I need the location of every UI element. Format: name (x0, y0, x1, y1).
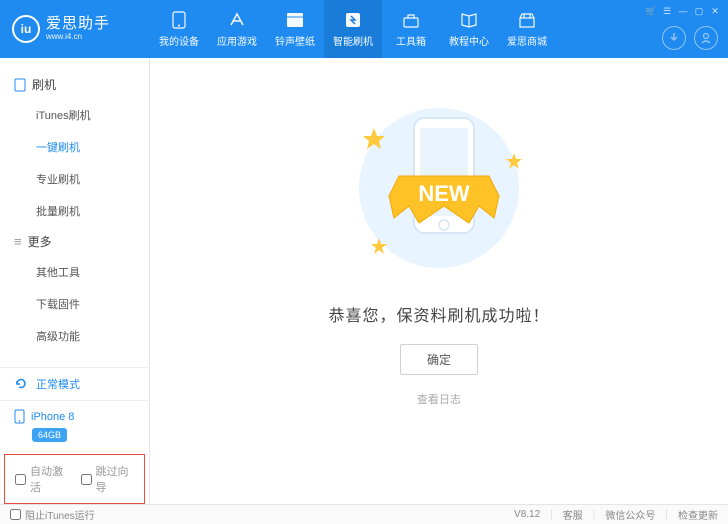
sidebar-section-more: ≡ 更多 (0, 227, 149, 256)
header-actions (662, 26, 718, 50)
nav-label: 爱思商城 (507, 33, 547, 48)
separator: | (593, 509, 596, 520)
sidebar-mode[interactable]: 正常模式 (0, 367, 149, 400)
sidebar: 刷机 iTunes刷机 一键刷机 专业刷机 批量刷机 ≡ 更多 其他工具 下载固… (0, 58, 150, 504)
version-label: V8.12 (514, 509, 540, 520)
app-subtitle: www.i4.cn (46, 33, 110, 42)
checkbox-prevent-itunes[interactable]: 阻止iTunes运行 (10, 507, 95, 522)
phone-icon (169, 11, 189, 29)
footer: 阻止iTunes运行 V8.12 | 客服 | 微信公众号 | 检查更新 (0, 504, 728, 524)
sidebar-item-itunes-flash[interactable]: iTunes刷机 (0, 99, 149, 131)
section-label: 刷机 (32, 76, 56, 93)
footer-label: 阻止iTunes运行 (25, 507, 95, 522)
menu-icon: ≡ (14, 234, 22, 249)
user-icon[interactable] (694, 26, 718, 50)
nav-tab-devices[interactable]: 我的设备 (150, 0, 208, 58)
device-name: iPhone 8 (31, 411, 74, 423)
check-label: 自动激活 (30, 463, 69, 495)
nav-label: 应用游戏 (217, 33, 257, 48)
close-icon[interactable]: ✕ (710, 6, 720, 16)
separator: | (665, 509, 668, 520)
wechat-link[interactable]: 微信公众号 (605, 507, 655, 522)
nav-label: 工具箱 (396, 33, 426, 48)
success-message: 恭喜您，保资料刷机成功啦！ (328, 302, 549, 326)
section-label: 更多 (28, 233, 52, 250)
check-label: 跳过向导 (96, 463, 135, 495)
nav-label: 铃声壁纸 (275, 33, 315, 48)
separator: | (550, 509, 553, 520)
support-link[interactable]: 客服 (563, 507, 583, 522)
checkbox-skip-guide[interactable]: 跳过向导 (81, 463, 135, 495)
apps-icon (227, 11, 247, 29)
wallpaper-icon (285, 11, 305, 29)
nav-tab-apps[interactable]: 应用游戏 (208, 0, 266, 58)
nav-tab-flash[interactable]: 智能刷机 (324, 0, 382, 58)
logo-area: iu 爱思助手 www.i4.cn (0, 15, 150, 43)
book-icon (459, 11, 479, 29)
phone-small-icon (14, 78, 26, 92)
sidebar-device[interactable]: iPhone 8 64GB (0, 400, 149, 450)
nav-tab-tools[interactable]: 工具箱 (382, 0, 440, 58)
refresh-icon (14, 377, 28, 391)
sidebar-item-pro-flash[interactable]: 专业刷机 (0, 163, 149, 195)
menu-icon[interactable]: ☰ (662, 6, 672, 16)
sidebar-item-advanced[interactable]: 高级功能 (0, 320, 149, 352)
mode-label: 正常模式 (36, 376, 80, 392)
nav-tab-ringtones[interactable]: 铃声壁纸 (266, 0, 324, 58)
flash-icon (343, 11, 363, 29)
nav-label: 智能刷机 (333, 33, 373, 48)
app-header: iu 爱思助手 www.i4.cn 我的设备 应用游戏 铃声壁纸 智能刷机 工具… (0, 0, 728, 58)
window-controls: 🛒 ☰ — ▢ ✕ (646, 6, 720, 16)
device-icon (14, 409, 25, 424)
storage-badge: 64GB (32, 428, 67, 442)
nav-label: 教程中心 (449, 33, 489, 48)
sidebar-checks-highlighted: 自动激活 跳过向导 (4, 454, 145, 504)
logo-icon: iu (12, 15, 40, 43)
nav-tab-tutorials[interactable]: 教程中心 (440, 0, 498, 58)
cart-icon[interactable]: 🛒 (646, 6, 656, 16)
sidebar-item-download-firmware[interactable]: 下载固件 (0, 288, 149, 320)
maximize-icon[interactable]: ▢ (694, 6, 704, 16)
view-log-link[interactable]: 查看日志 (417, 391, 461, 407)
nav-tab-store[interactable]: 爱思商城 (498, 0, 556, 58)
success-illustration: NEW (329, 88, 549, 278)
store-icon (517, 11, 537, 29)
update-link[interactable]: 检查更新 (678, 507, 718, 522)
sidebar-item-oneclick-flash[interactable]: 一键刷机 (0, 131, 149, 163)
sidebar-section-flash: 刷机 (0, 70, 149, 99)
download-icon[interactable] (662, 26, 686, 50)
sidebar-item-other-tools[interactable]: 其他工具 (0, 256, 149, 288)
minimize-icon[interactable]: — (678, 6, 688, 16)
nav-tabs: 我的设备 应用游戏 铃声壁纸 智能刷机 工具箱 教程中心 爱思商城 (150, 0, 728, 58)
nav-label: 我的设备 (159, 33, 199, 48)
toolbox-icon (401, 11, 421, 29)
confirm-button[interactable]: 确定 (400, 344, 478, 375)
app-title: 爱思助手 (46, 16, 110, 33)
new-badge-text: NEW (418, 181, 470, 206)
checkbox-auto-activate[interactable]: 自动激活 (15, 463, 69, 495)
sidebar-item-batch-flash[interactable]: 批量刷机 (0, 195, 149, 227)
main-content: NEW 恭喜您，保资料刷机成功啦！ 确定 查看日志 (150, 58, 728, 504)
